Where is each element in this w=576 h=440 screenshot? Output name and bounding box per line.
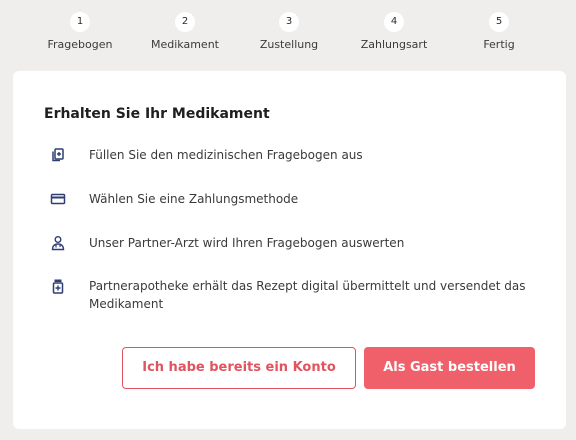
step-fragebogen: 1 Fragebogen <box>25 12 135 51</box>
step-number: 3 <box>279 12 299 32</box>
questionnaire-icon <box>50 147 66 163</box>
step-zahlungsart: 4 Zahlungsart <box>339 12 449 51</box>
step-number: 4 <box>384 12 404 32</box>
list-item-text: Füllen Sie den medizinischen Fragebogen … <box>89 148 363 162</box>
step-zustellung: 3 Zustellung <box>234 12 344 51</box>
step-medikament: 2 Medikament <box>130 12 240 51</box>
step-number: 5 <box>489 12 509 32</box>
doctor-icon <box>50 235 66 251</box>
guest-order-button[interactable]: Als Gast bestellen <box>364 347 535 389</box>
progress-stepper: 1 Fragebogen 2 Medikament 3 Zustellung 4… <box>0 0 576 60</box>
card-title: Erhalten Sie Ihr Medikament <box>44 106 270 122</box>
list-item-text: Partnerapotheke erhält das Rezept digita… <box>89 279 526 311</box>
list-item: Wählen Sie eine Zahlungsmethode <box>50 190 298 208</box>
step-number: 1 <box>70 12 90 32</box>
medicine-bottle-icon <box>50 278 66 294</box>
step-number: 2 <box>175 12 195 32</box>
list-item: Unser Partner-Arzt wird Ihren Fragebogen… <box>50 234 404 252</box>
step-label: Fragebogen <box>47 38 113 51</box>
step-label: Medikament <box>151 38 219 51</box>
list-item-text: Unser Partner-Arzt wird Ihren Fragebogen… <box>89 236 405 250</box>
credit-card-icon <box>50 191 66 207</box>
list-item: Partnerapotheke erhält das Rezept digita… <box>50 277 530 313</box>
step-label: Zustellung <box>259 38 319 51</box>
step-label: Fertig <box>483 38 515 51</box>
step-fertig: 5 Fertig <box>444 12 554 51</box>
list-item: Füllen Sie den medizinischen Fragebogen … <box>50 146 363 164</box>
step-label: Zahlungsart <box>360 38 428 51</box>
existing-account-button[interactable]: Ich habe bereits ein Konto <box>122 347 356 389</box>
info-card: Erhalten Sie Ihr Medikament Füllen Sie d… <box>13 71 566 429</box>
list-item-text: Wählen Sie eine Zahlungsmethode <box>89 192 299 206</box>
